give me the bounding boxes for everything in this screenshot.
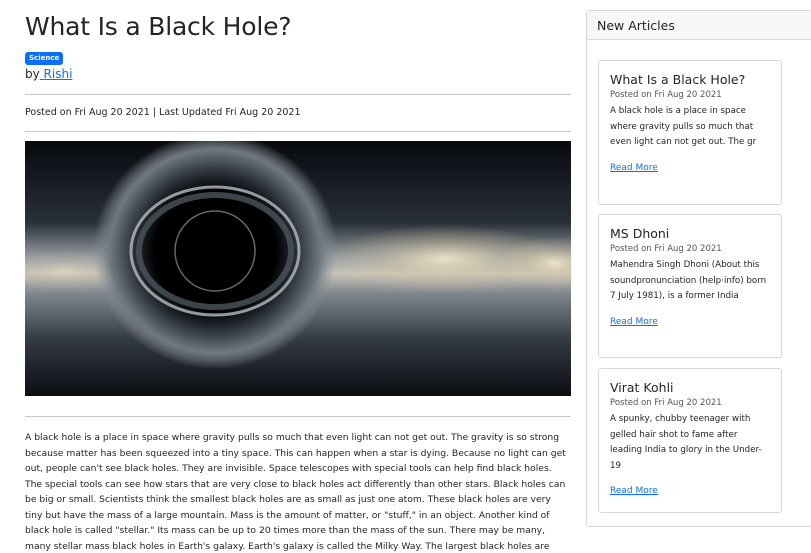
card-date: Posted on Fri Aug 20 2021	[610, 398, 722, 408]
author-link[interactable]: Rishi	[40, 67, 73, 81]
read-more-link[interactable]: Read More	[610, 317, 658, 327]
card-date: Posted on Fri Aug 20 2021	[610, 90, 722, 100]
sidebar-heading: New Articles	[587, 11, 811, 40]
card-excerpt: Mahendra Singh Dhoni (About this soundpr…	[610, 260, 767, 301]
new-articles-sidebar: New Articles What Is a Black Hole? Poste…	[586, 10, 811, 527]
article-card: What Is a Black Hole? Posted on Fri Aug …	[598, 60, 782, 205]
author-byline: by Rishi	[25, 67, 72, 81]
card-date: Posted on Fri Aug 20 2021	[610, 244, 722, 254]
card-excerpt: A spunky, chubby teenager with gelled ha…	[610, 414, 762, 471]
posted-date: Posted on Fri Aug 20 2021 | Last Updated…	[25, 107, 301, 118]
by-label: by	[25, 67, 40, 81]
article-card: Virat Kohli Posted on Fri Aug 20 2021 A …	[598, 368, 782, 513]
article-card: MS Dhoni Posted on Fri Aug 20 2021 Mahen…	[598, 214, 782, 358]
card-title: What Is a Black Hole?	[610, 72, 746, 87]
card-excerpt: A black hole is a place in space where g…	[610, 106, 757, 147]
article-hero-image	[25, 141, 571, 396]
divider-top	[25, 94, 571, 95]
card-title: Virat Kohli	[610, 380, 674, 395]
read-more-link[interactable]: Read More	[610, 486, 658, 496]
article-body: A black hole is a place in space where g…	[25, 432, 566, 552]
divider-bottom	[25, 416, 571, 417]
divider-middle	[25, 131, 571, 132]
black-hole-illustration	[25, 141, 571, 396]
read-more-link[interactable]: Read More	[610, 163, 658, 173]
article-title: What Is a Black Hole?	[25, 12, 292, 41]
category-badge[interactable]: Science	[25, 52, 64, 65]
card-title: MS Dhoni	[610, 226, 670, 241]
